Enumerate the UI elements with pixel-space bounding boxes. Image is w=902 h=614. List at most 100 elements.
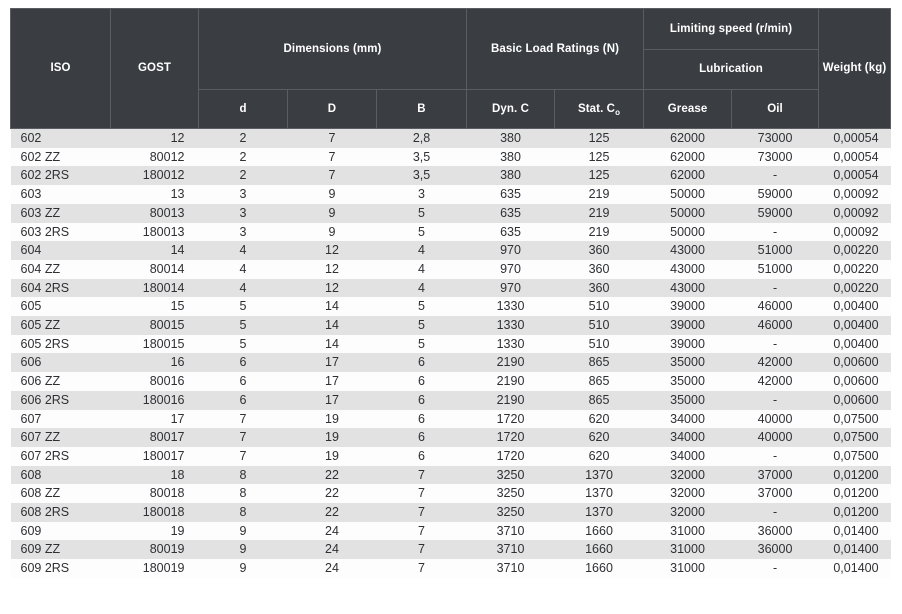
- cell-D: 12: [287, 278, 377, 298]
- cell-d: 9: [198, 521, 288, 541]
- cell-d: 3: [198, 203, 288, 223]
- cell-iso: 609 ZZ: [10, 540, 111, 560]
- cell-grease: 50000: [643, 203, 732, 223]
- cell-dyn-c: 970: [466, 278, 555, 298]
- cell-B: 2,8: [376, 128, 467, 148]
- cell-oil: 36000: [731, 521, 819, 541]
- cell-D: 12: [287, 241, 377, 260]
- cell-oil: -: [731, 559, 819, 578]
- cell-grease: 43000: [643, 278, 732, 298]
- cell-stat-c: 1370: [554, 503, 644, 522]
- cell-oil: 42000: [731, 372, 819, 391]
- cell-dyn-c: 970: [466, 241, 555, 260]
- cell-iso: 605: [10, 297, 111, 317]
- cell-grease: 62000: [643, 128, 732, 148]
- cell-oil: -: [731, 278, 819, 298]
- table-row: 609 2RS 180019 9 24 7 3710 1660 31000-0,01400: [10, 559, 891, 578]
- table-row: 605 15 5 14 5 1330 510 39000 46000 0,00400: [10, 297, 891, 317]
- cell-weight: 0,00400: [818, 334, 891, 354]
- cell-grease: 35000: [643, 390, 732, 410]
- cell-iso: 605 2RS: [10, 334, 111, 354]
- cell-weight: 0,00400: [818, 297, 891, 317]
- cell-grease: 32000: [643, 465, 732, 485]
- table-row: 604 ZZ 80014 4 12 4 970 360 43000 51000 0,00220: [10, 259, 891, 279]
- cell-iso: 607 ZZ: [10, 428, 111, 447]
- column-header-D: D: [287, 89, 377, 129]
- cell-stat-c: 1660: [554, 559, 644, 578]
- cell-stat-c: 125: [554, 166, 644, 186]
- cell-iso: 606: [10, 353, 111, 373]
- cell-d: 6: [198, 372, 288, 391]
- cell-oil: 36000: [731, 540, 819, 560]
- cell-D: 7: [287, 166, 377, 186]
- cell-stat-c: 219: [554, 222, 644, 242]
- table-row: 607 2RS 180017 7 19 6 1720 620 34000-0,07500: [10, 446, 891, 466]
- cell-dyn-c: 1330: [466, 316, 555, 335]
- cell-gost: 180017: [110, 446, 199, 466]
- cell-B: 5: [376, 334, 467, 354]
- cell-grease: 50000: [643, 222, 732, 242]
- cell-gost: 18: [110, 465, 199, 485]
- cell-grease: 35000: [643, 353, 732, 373]
- column-header-grease: Grease: [643, 89, 733, 129]
- cell-weight: 0,00054: [818, 128, 891, 148]
- cell-gost: 80012: [110, 147, 199, 167]
- cell-stat-c: 510: [554, 334, 644, 354]
- cell-B: 4: [376, 241, 467, 260]
- cell-grease: 62000: [643, 147, 732, 167]
- cell-dyn-c: 380: [466, 166, 555, 186]
- cell-iso: 606 2RS: [10, 390, 111, 410]
- cell-iso: 608 ZZ: [10, 484, 111, 504]
- cell-weight: 0,00092: [818, 185, 891, 204]
- cell-gost: 80019: [110, 540, 199, 560]
- cell-dyn-c: 1720: [466, 409, 555, 429]
- cell-D: 14: [287, 297, 377, 317]
- cell-gost: 15: [110, 297, 199, 317]
- cell-D: 12: [287, 259, 377, 279]
- cell-B: 5: [376, 316, 467, 335]
- cell-weight: 0,01200: [818, 465, 891, 485]
- cell-d: 7: [198, 428, 288, 447]
- cell-weight: 0,07500: [818, 409, 891, 429]
- cell-D: 9: [287, 203, 377, 223]
- column-group-basic-load-ratings: Basic Load Ratings (N): [466, 8, 645, 90]
- cell-oil: -: [731, 166, 819, 186]
- cell-dyn-c: 635: [466, 185, 555, 204]
- cell-dyn-c: 380: [466, 128, 555, 148]
- cell-stat-c: 1660: [554, 521, 644, 541]
- cell-d: 6: [198, 353, 288, 373]
- table-row: 602 12 2 7 2,8 380 125 62000 73000 0,00054: [10, 128, 891, 148]
- cell-grease: 43000: [643, 259, 732, 279]
- cell-grease: 31000: [643, 540, 732, 560]
- cell-weight: 0,00400: [818, 316, 891, 335]
- column-header-d: d: [198, 89, 288, 129]
- cell-d: 5: [198, 297, 288, 317]
- cell-stat-c: 620: [554, 428, 644, 447]
- cell-B: 6: [376, 372, 467, 391]
- cell-d: 4: [198, 278, 288, 298]
- cell-grease: 62000: [643, 166, 732, 186]
- cell-dyn-c: 1330: [466, 334, 555, 354]
- cell-stat-c: 219: [554, 185, 644, 204]
- cell-dyn-c: 2190: [466, 372, 555, 391]
- table-row: 607 ZZ 80017 7 19 6 1720 620 34000 40000 0,07500: [10, 428, 891, 447]
- cell-d: 8: [198, 503, 288, 522]
- header-row-group: ISO GOST Dimensions (mm) Basic Load Rati…: [10, 8, 892, 129]
- table-row: 603 ZZ 80013 3 9 5 635 219 50000 59000 0,00092: [10, 203, 891, 223]
- cell-iso: 603 2RS: [10, 222, 111, 242]
- cell-d: 6: [198, 390, 288, 410]
- cell-grease: 43000: [643, 241, 732, 260]
- cell-gost: 80013: [110, 203, 199, 223]
- cell-D: 19: [287, 446, 377, 466]
- cell-weight: 0,01200: [818, 503, 891, 522]
- cell-grease: 39000: [643, 316, 732, 335]
- cell-B: 6: [376, 353, 467, 373]
- cell-iso: 603 ZZ: [10, 203, 111, 223]
- cell-B: 7: [376, 484, 467, 504]
- cell-B: 4: [376, 278, 467, 298]
- cell-weight: 0,00054: [818, 166, 891, 186]
- cell-weight: 0,01400: [818, 521, 891, 541]
- cell-stat-c: 125: [554, 147, 644, 167]
- cell-dyn-c: 3250: [466, 503, 555, 522]
- cell-D: 24: [287, 559, 377, 578]
